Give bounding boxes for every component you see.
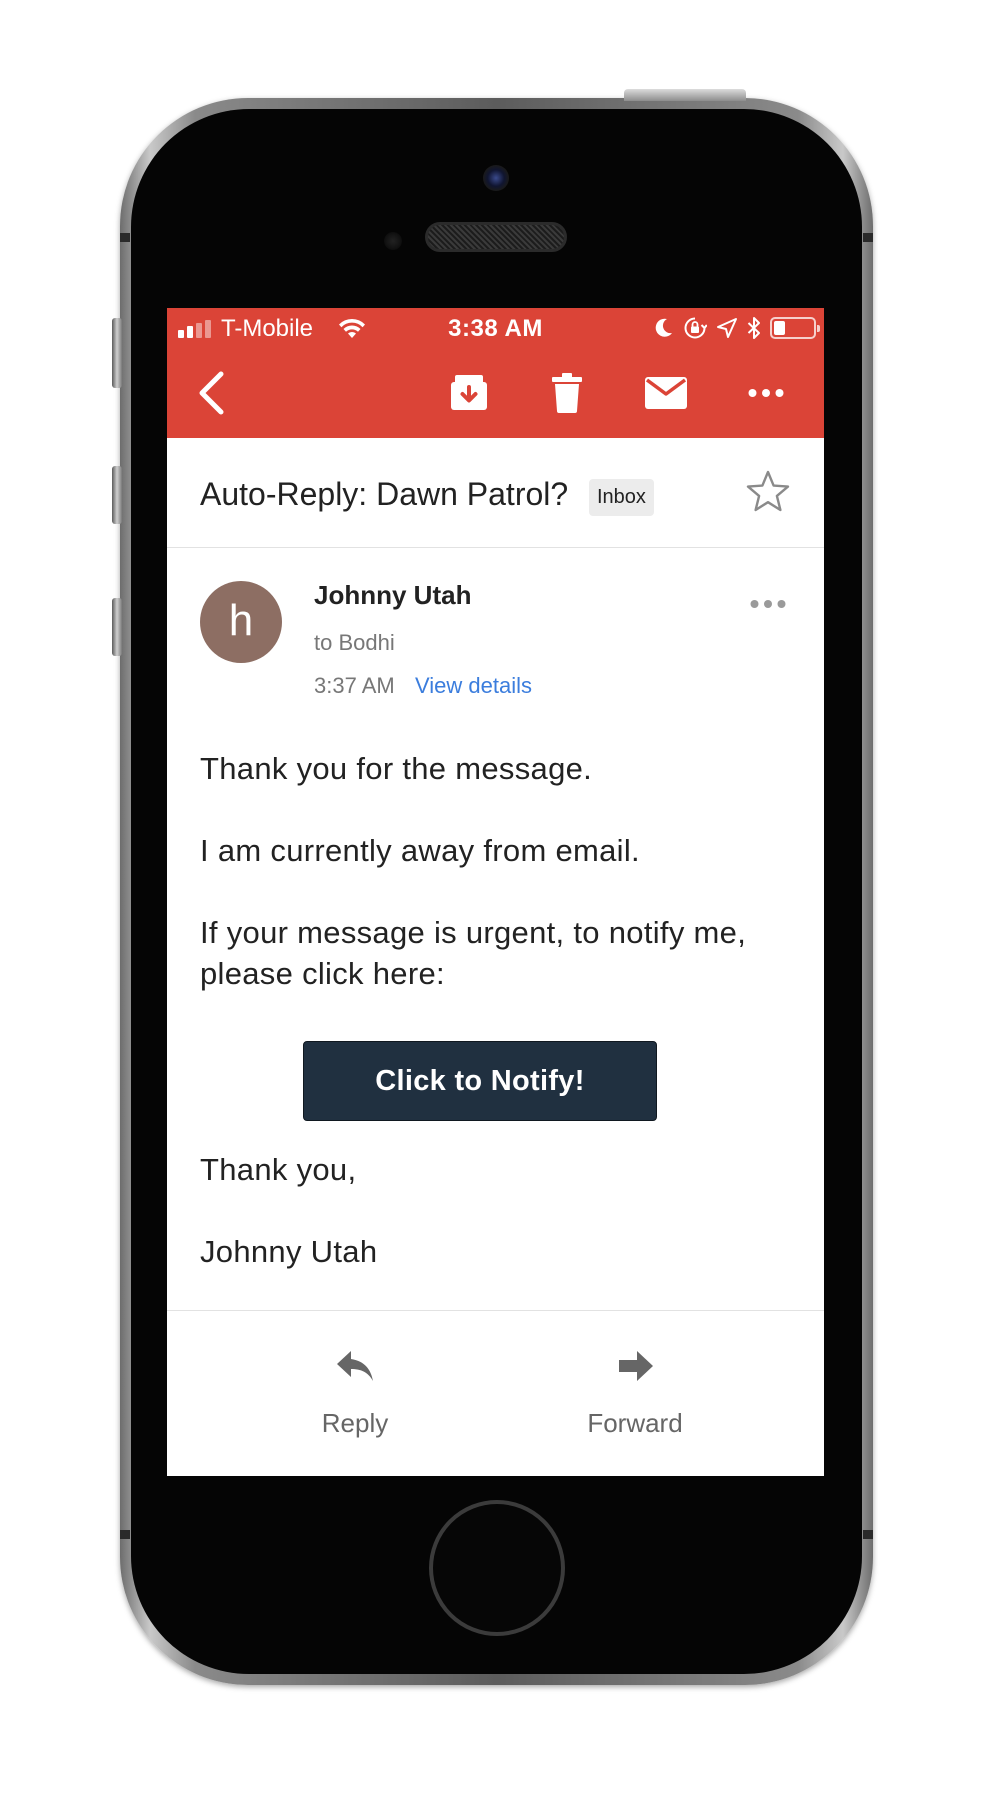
inbox-label-badge[interactable]: Inbox xyxy=(589,479,654,516)
recipient-line: to Bodhi xyxy=(314,630,395,655)
antenna-band xyxy=(863,1530,873,1539)
mail-icon xyxy=(645,377,687,409)
body-paragraph: Thank you for the message. xyxy=(200,751,593,786)
reply-icon xyxy=(337,1351,373,1381)
delete-button[interactable] xyxy=(535,348,599,438)
archive-button[interactable] xyxy=(437,348,501,438)
earpiece-speaker xyxy=(425,222,567,252)
antenna-band xyxy=(863,233,873,242)
volume-down-button xyxy=(112,598,122,656)
volume-up-button xyxy=(112,466,122,524)
mark-unread-button[interactable] xyxy=(634,348,698,438)
toolbar xyxy=(167,348,824,438)
more-options-button[interactable] xyxy=(734,348,798,438)
more-horizontal-icon xyxy=(748,389,784,397)
email-subject: Auto-Reply: Dawn Patrol? xyxy=(200,476,569,512)
body-paragraph: If your message is urgent, to notify me,… xyxy=(200,915,747,991)
body-paragraph: I am currently away from email. xyxy=(200,833,640,868)
screen: T-Mobile 3:38 AM Auto-Reply: Dawn Patrol… xyxy=(167,308,824,1476)
antenna-band xyxy=(120,233,130,242)
more-horizontal-icon xyxy=(750,600,786,608)
reply-label: Reply xyxy=(321,1408,389,1438)
home-button[interactable] xyxy=(429,1500,565,1636)
sender-name: Johnny Utah xyxy=(314,580,472,610)
status-icons xyxy=(654,314,820,342)
back-button[interactable] xyxy=(179,348,243,438)
bluetooth-icon xyxy=(747,317,760,339)
sender-avatar[interactable]: h xyxy=(200,581,282,663)
moon-icon xyxy=(655,318,672,337)
star-icon[interactable] xyxy=(744,468,792,516)
back-arrow-icon xyxy=(199,371,224,415)
message-more-button[interactable] xyxy=(744,584,792,624)
front-camera xyxy=(483,165,509,191)
notify-button[interactable]: Click to Notify! xyxy=(303,1041,657,1121)
trash-icon xyxy=(552,373,582,413)
orientation-lock-icon xyxy=(684,317,707,339)
body-paragraph: Thank you, xyxy=(200,1152,357,1187)
view-details-link[interactable]: View details xyxy=(415,673,532,699)
battery-icon xyxy=(770,317,820,339)
proximity-sensor xyxy=(384,232,402,250)
status-bar: T-Mobile 3:38 AM xyxy=(167,308,824,348)
antenna-band xyxy=(120,1530,130,1539)
forward-button[interactable]: Forward xyxy=(545,1311,725,1476)
message-time: 3:37 AM xyxy=(314,673,395,698)
signature: Johnny Utah xyxy=(200,1234,378,1269)
location-arrow-icon xyxy=(717,318,737,338)
subject-header: Auto-Reply: Dawn Patrol? Inbox xyxy=(167,438,824,548)
mute-switch xyxy=(112,318,122,388)
power-button xyxy=(624,89,746,101)
forward-label: Forward xyxy=(587,1408,683,1438)
action-bar: Reply Forward xyxy=(167,1310,824,1476)
forward-arrow-icon xyxy=(619,1351,653,1381)
reply-button[interactable]: Reply xyxy=(265,1311,445,1476)
archive-icon xyxy=(451,375,487,410)
